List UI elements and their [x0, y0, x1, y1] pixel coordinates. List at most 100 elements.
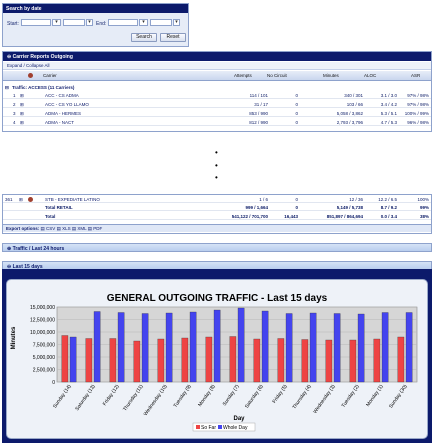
start-time-input[interactable] [63, 19, 85, 26]
chart-ylabel: Minutes [11, 326, 17, 349]
row-number: 361 [5, 197, 13, 202]
y-tick-label: 10,000,000 [30, 330, 55, 336]
ellipsis-dot: • [215, 148, 218, 157]
table-row[interactable]: 361 ⊞ STB - EXPEDIATE LATINO 1 / 6 0 12 … [3, 196, 431, 203]
chart-xlabel: Day [233, 416, 245, 422]
export-xml-link[interactable]: XML [77, 226, 86, 231]
traffic-group-row[interactable]: ⊟ Traffic: ACCESS (11 Carriers) [3, 84, 431, 91]
minutes-cell: 340 / 301 [344, 93, 363, 98]
bar-so-far [253, 338, 261, 383]
bar-whole-day [213, 309, 221, 383]
aloc-cell: 5.3 / 5.1 [380, 111, 397, 116]
col-aloc[interactable]: ALOC [364, 73, 376, 78]
table-row[interactable]: 4 ⊞ ADMA - NACT 812 / 990 0 2,793 / 3,796 4.7 … [3, 119, 431, 126]
bar-whole-day [165, 312, 173, 383]
attempts-cell: 541,122 / 701,700 [231, 214, 268, 219]
bar-so-far [109, 338, 117, 383]
aloc-cell: 8.7 / 9.2 [380, 205, 397, 210]
end-label: End: [96, 21, 107, 27]
bar-so-far [349, 339, 357, 383]
carrier-icon [28, 73, 33, 78]
search-button[interactable]: Search [131, 33, 157, 42]
expand-collapse-link[interactable]: Expand / Collapse All [7, 63, 50, 68]
export-csv-link[interactable]: CSV [46, 226, 55, 231]
chart-title: GENERAL OUTGOING TRAFFIC - Last 15 days [107, 293, 328, 304]
x-tick-label: Thursday (11) [122, 383, 145, 412]
export-pdf-link[interactable]: PDF [93, 226, 102, 231]
no-circuit-cell: 0 [295, 197, 298, 202]
bar-whole-day [189, 311, 197, 383]
col-carrier[interactable]: Carrier [43, 73, 57, 78]
x-tick-label: Saturday (13) [74, 383, 96, 412]
row-expand-icon[interactable]: ⊞ [19, 197, 23, 203]
x-tick-label: Tuesday (9) [173, 383, 193, 408]
carrier-name[interactable]: ACC - CS ADMA [45, 93, 79, 98]
carrier-icon [28, 197, 33, 202]
end-date-input[interactable] [108, 19, 138, 26]
total-retail-label: Total RETAIL [45, 205, 73, 210]
row-expand-icon[interactable]: ⊞ [20, 102, 24, 108]
col-attempts[interactable]: Attempts [234, 73, 252, 78]
carrier-name[interactable]: ACC - CS YO LLAMO [45, 102, 89, 107]
report-toolbar: Expand / Collapse All [3, 62, 431, 70]
group-label: Traffic: ACCESS (11 Carriers) [12, 85, 75, 90]
row-number: 2 [13, 102, 16, 107]
aloc-cell: 4.7 / 5.3 [380, 120, 397, 125]
carrier-name[interactable]: STB - EXPEDIATE LATINO [45, 197, 100, 202]
attempts-cell: 1 / 6 [259, 197, 268, 202]
col-no-circuit[interactable]: No Circuit [267, 73, 287, 78]
group-toggle-icon[interactable]: ⊟ [5, 85, 9, 91]
totals-panel: 361 ⊞ STB - EXPEDIATE LATINO 1 / 6 0 12 … [2, 194, 432, 234]
y-tick-label: 15,000,000 [30, 305, 55, 311]
row-expand-icon[interactable]: ⊞ [20, 111, 24, 117]
end-time-input[interactable] [150, 19, 172, 26]
aloc-cell: 3.4 / 4.2 [380, 102, 397, 107]
bar-so-far [397, 336, 405, 383]
row-expand-icon[interactable]: ⊞ [20, 120, 24, 126]
table-row[interactable]: 1 ⊞ ACC - CS ADMA 114 / 101 0 340 / 301 3.1 / … [3, 92, 431, 99]
reset-button[interactable]: Reset [160, 33, 186, 42]
row-expand-icon[interactable]: ⊞ [20, 93, 24, 99]
attempts-cell: 114 / 101 [249, 93, 268, 98]
x-tick-label: Sunday (14) [52, 383, 73, 409]
x-tick-label: Friday (12) [102, 383, 121, 407]
start-time-dropdown[interactable]: ▾ [86, 19, 93, 26]
x-tick-label: Monday (8) [197, 383, 217, 407]
col-asr[interactable]: ASR [411, 73, 420, 78]
asr-cell: 100% / 99% [404, 111, 429, 116]
x-tick-label: Wednesday (3) [312, 383, 337, 414]
traffic-24h-header[interactable]: ⊕ Traffic / Last 24 hours [2, 243, 432, 252]
table-row[interactable]: 3 ⊞ ADMA - HERMES 853 / 990 0 5,058 / 3,862 5.… [3, 110, 431, 117]
total-label: Total [45, 214, 56, 219]
carrier-name[interactable]: ADMA - NACT [45, 120, 74, 125]
bar-so-far [229, 336, 237, 383]
carrier-report-header[interactable]: ⊖ Carrier Reports Outgoing [3, 52, 431, 61]
bar-whole-day [405, 312, 413, 383]
bar-so-far [61, 335, 69, 383]
aloc-cell: 3.1 / 3.0 [380, 93, 397, 98]
col-minutes[interactable]: Minutes [323, 73, 339, 78]
x-tick-label: Tuesday (2) [341, 383, 361, 408]
x-tick-label: Sunday (7) [222, 383, 241, 407]
start-date-input[interactable] [21, 19, 51, 26]
no-circuit-cell: 0 [295, 111, 298, 116]
row-number: 3 [13, 111, 16, 116]
carrier-name[interactable]: ADMA - HERMES [45, 111, 81, 116]
bar-whole-day [93, 311, 101, 383]
minutes-cell: 12 / 36 [349, 197, 363, 202]
bar-whole-day [141, 313, 149, 383]
bar-whole-day [285, 313, 293, 383]
minutes-cell: 5,058 / 3,862 [336, 111, 363, 116]
y-tick-label: 7,500,000 [33, 342, 55, 348]
end-time-dropdown[interactable]: ▾ [173, 19, 180, 26]
table-row[interactable]: 2 ⊞ ACC - CS YO LLAMO 31 / 17 0 103 / 66 3.4 /… [3, 101, 431, 108]
end-hour-dropdown[interactable]: ▾ [139, 19, 148, 26]
legend-swatch [196, 425, 200, 429]
no-circuit-cell: 16,443 [284, 214, 298, 219]
ellipsis-dot: • [215, 161, 218, 170]
export-xls-link[interactable]: XLS [62, 226, 71, 231]
bar-so-far [85, 338, 93, 383]
asr-cell: 97% / 98% [407, 102, 429, 107]
start-hour-dropdown[interactable]: ▾ [52, 19, 61, 26]
carrier-report-title: Carrier Reports Outgoing [12, 54, 73, 60]
